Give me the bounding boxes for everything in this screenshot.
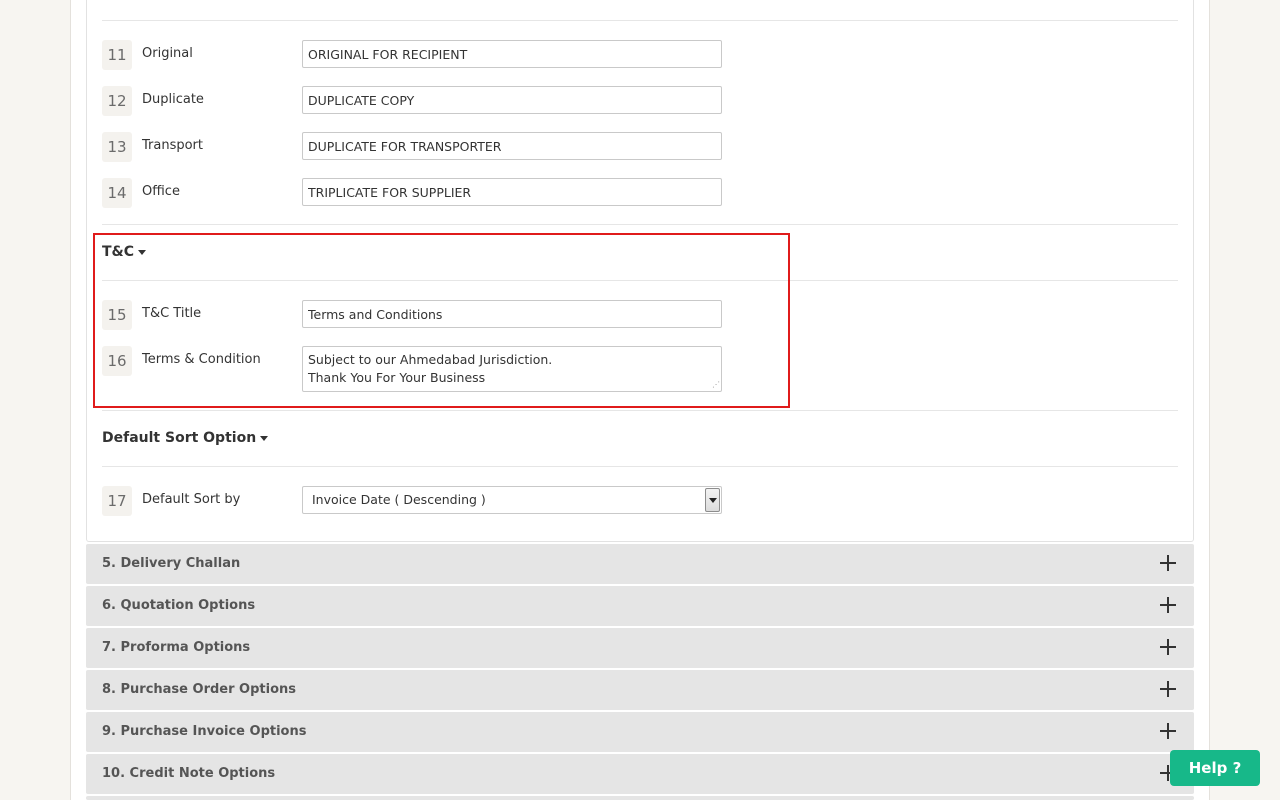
accordion-purchase-order-options[interactable]: 8. Purchase Order Options xyxy=(86,670,1194,710)
row-number: 12 xyxy=(102,86,132,116)
row-number: 14 xyxy=(102,178,132,208)
plus-icon[interactable] xyxy=(1160,723,1176,739)
accordion-title: 10. Credit Note Options xyxy=(102,766,276,781)
plus-icon[interactable] xyxy=(1160,555,1176,571)
accordion-purchase-invoice-options[interactable]: 9. Purchase Invoice Options xyxy=(86,712,1194,752)
field-label: Original xyxy=(142,46,193,61)
divider xyxy=(102,466,1178,467)
accordion-title: 8. Purchase Order Options xyxy=(102,682,296,697)
accordion-delivery-challan[interactable]: 5. Delivery Challan xyxy=(86,544,1194,584)
select-value: Invoice Date ( Descending ) xyxy=(312,492,486,507)
plus-icon[interactable] xyxy=(1160,681,1176,697)
field-label: Office xyxy=(142,184,180,199)
accordion-quotation-options[interactable]: 6. Quotation Options xyxy=(86,586,1194,626)
accordion-title: 5. Delivery Challan xyxy=(102,556,241,571)
copy-label-row-original: 11 Original xyxy=(102,40,742,70)
field-label: Duplicate xyxy=(142,92,204,107)
accordion-title: 6. Quotation Options xyxy=(102,598,256,613)
transport-copy-input[interactable] xyxy=(302,132,722,160)
row-number: 11 xyxy=(102,40,132,70)
office-copy-input[interactable] xyxy=(302,178,722,206)
plus-icon[interactable] xyxy=(1160,639,1176,655)
plus-icon[interactable] xyxy=(1160,597,1176,613)
divider xyxy=(102,410,1178,411)
sort-section-heading: Default Sort Option xyxy=(102,430,257,446)
tc-highlight-box xyxy=(93,233,790,408)
sort-section-toggle[interactable]: Default Sort Option xyxy=(102,430,269,446)
caret-down-icon xyxy=(260,435,269,441)
accordion-title: 9. Purchase Invoice Options xyxy=(102,724,307,739)
copy-label-row-office: 14 Office xyxy=(102,178,742,208)
default-sort-select[interactable]: Invoice Date ( Descending ) xyxy=(302,486,722,514)
copy-label-row-transport: 13 Transport xyxy=(102,132,742,162)
row-number: 17 xyxy=(102,486,132,516)
original-copy-input[interactable] xyxy=(302,40,722,68)
divider xyxy=(102,20,1178,21)
accordion-proforma-options[interactable]: 7. Proforma Options xyxy=(86,628,1194,668)
row-number: 13 xyxy=(102,132,132,162)
copy-label-row-duplicate: 12 Duplicate xyxy=(102,86,742,116)
duplicate-copy-input[interactable] xyxy=(302,86,722,114)
dropdown-arrow-icon[interactable] xyxy=(705,488,720,512)
default-sort-row: 17 Default Sort by Invoice Date ( Descen… xyxy=(102,486,742,516)
accordion-title: 7. Proforma Options xyxy=(102,640,251,655)
accordion-next-partial xyxy=(86,796,1194,800)
accordion-credit-note-options[interactable]: 10. Credit Note Options xyxy=(86,754,1194,794)
divider xyxy=(102,224,1178,225)
help-button[interactable]: Help ? xyxy=(1170,750,1260,786)
field-label: Transport xyxy=(142,138,204,153)
field-label: Default Sort by xyxy=(142,492,241,507)
